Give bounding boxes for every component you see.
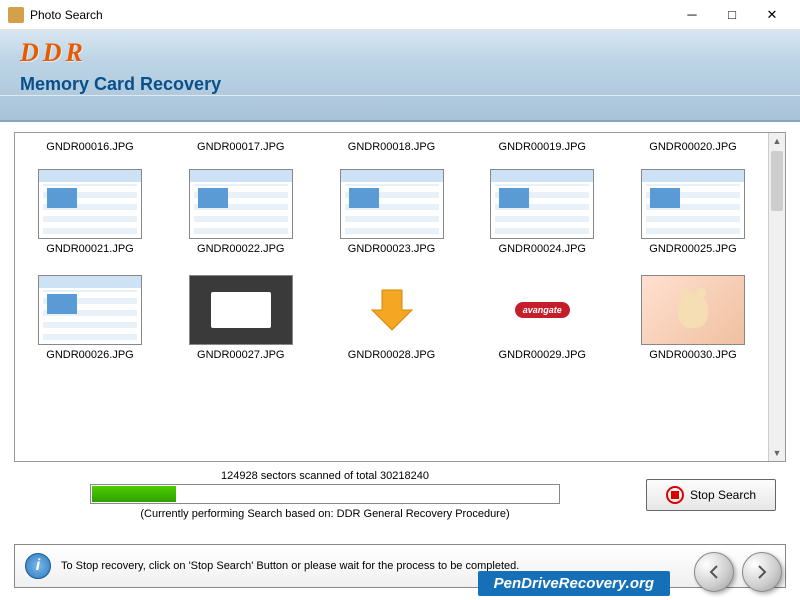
info-bar: i To Stop recovery, click on 'Stop Searc… <box>14 544 786 588</box>
thumbnail[interactable]: avangate <box>490 275 594 345</box>
close-button[interactable]: ✕ <box>752 1 792 29</box>
info-text: To Stop recovery, click on 'Stop Search'… <box>61 560 519 572</box>
content-area: GNDR00016.JPG GNDR00017.JPG GNDR00018.JP… <box>0 122 800 530</box>
footer: i To Stop recovery, click on 'Stop Searc… <box>14 544 786 588</box>
status-row: 124928 sectors scanned of total 30218240… <box>14 470 786 520</box>
thumbnail[interactable] <box>38 275 142 345</box>
minimize-button[interactable]: ─ <box>672 1 712 29</box>
file-name[interactable]: GNDR00025.JPG <box>628 243 758 255</box>
window-title: Photo Search <box>30 8 672 22</box>
logo-text: avangate <box>515 302 570 318</box>
file-name[interactable]: GNDR00027.JPG <box>176 349 306 361</box>
scroll-thumb[interactable] <box>771 151 783 211</box>
thumbnail[interactable] <box>490 169 594 239</box>
file-name[interactable]: GNDR00024.JPG <box>477 243 607 255</box>
file-name[interactable]: GNDR00029.JPG <box>477 349 607 361</box>
maximize-button[interactable]: □ <box>712 1 752 29</box>
file-name[interactable]: GNDR00030.JPG <box>628 349 758 361</box>
info-icon: i <box>25 553 51 579</box>
progress-note: (Currently performing Search based on: D… <box>24 508 626 520</box>
header-banner: DDR Memory Card Recovery <box>0 30 800 122</box>
file-name[interactable]: GNDR00018.JPG <box>327 141 457 153</box>
brand-logo: DDR <box>20 38 780 68</box>
thumbnail[interactable] <box>641 275 745 345</box>
progress-fill <box>92 486 176 502</box>
file-name[interactable]: GNDR00019.JPG <box>477 141 607 153</box>
file-name[interactable]: GNDR00026.JPG <box>25 349 155 361</box>
stop-icon <box>666 486 684 504</box>
nav-forward-button[interactable] <box>742 552 782 592</box>
stop-search-button[interactable]: Stop Search <box>646 479 776 511</box>
titlebar: Photo Search ─ □ ✕ <box>0 0 800 30</box>
thumbnail[interactable] <box>38 169 142 239</box>
thumbnail[interactable] <box>641 169 745 239</box>
file-name[interactable]: GNDR00020.JPG <box>628 141 758 153</box>
thumbnail[interactable] <box>340 169 444 239</box>
watermark: PenDriveRecovery.org <box>478 571 670 596</box>
scroll-down-icon[interactable]: ▼ <box>769 445 785 461</box>
progress-bar <box>90 484 560 504</box>
stop-label: Stop Search <box>690 488 756 502</box>
results-grid: GNDR00016.JPG GNDR00017.JPG GNDR00018.JP… <box>14 132 786 462</box>
file-name[interactable]: GNDR00016.JPG <box>25 141 155 153</box>
progress-text: 124928 sectors scanned of total 30218240 <box>24 470 626 482</box>
thumbnail[interactable] <box>189 275 293 345</box>
app-subtitle: Memory Card Recovery <box>20 74 780 95</box>
thumbnail[interactable] <box>189 169 293 239</box>
file-name[interactable]: GNDR00022.JPG <box>176 243 306 255</box>
nav-back-button[interactable] <box>694 552 734 592</box>
app-icon <box>8 7 24 23</box>
file-name[interactable]: GNDR00017.JPG <box>176 141 306 153</box>
vertical-scrollbar[interactable]: ▲ ▼ <box>768 133 785 461</box>
thumbnail[interactable] <box>340 275 444 345</box>
file-name[interactable]: GNDR00021.JPG <box>25 243 155 255</box>
file-name[interactable]: GNDR00023.JPG <box>327 243 457 255</box>
file-name[interactable]: GNDR00028.JPG <box>327 349 457 361</box>
scroll-up-icon[interactable]: ▲ <box>769 133 785 149</box>
